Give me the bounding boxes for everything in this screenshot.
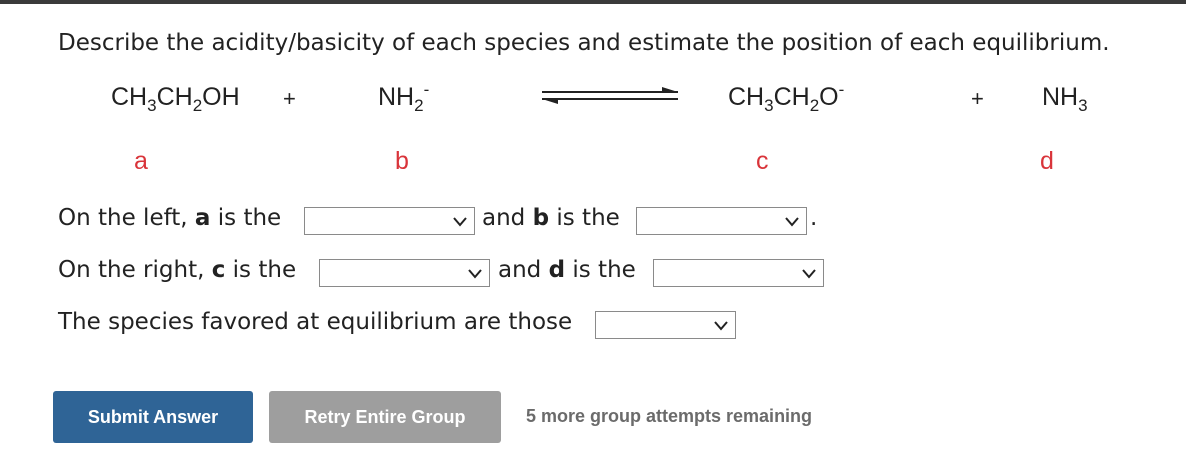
species-b-dropdown[interactable] bbox=[636, 207, 807, 235]
favored-prompt: The species favored at equilibrium are t… bbox=[58, 309, 573, 335]
chevron-down-icon bbox=[468, 269, 482, 279]
label-c: c bbox=[756, 147, 769, 175]
species-a-formula: CH3CH2OH bbox=[111, 83, 240, 115]
chevron-down-icon bbox=[802, 269, 816, 279]
species-d-formula: NH3 bbox=[1042, 83, 1088, 115]
period: . bbox=[810, 205, 818, 231]
left-side-prompt-b: and b is the bbox=[482, 205, 620, 231]
chevron-down-icon bbox=[714, 321, 728, 331]
species-b-formula: NH2- bbox=[378, 80, 430, 115]
retry-entire-group-button[interactable]: Retry Entire Group bbox=[269, 391, 501, 443]
right-side-prompt-d: and d is the bbox=[498, 257, 636, 283]
species-a-dropdown[interactable] bbox=[304, 207, 475, 235]
submit-answer-button[interactable]: Submit Answer bbox=[53, 391, 253, 443]
attempts-remaining-text: 5 more group attempts remaining bbox=[526, 406, 813, 426]
left-side-prompt: On the left, a is the bbox=[58, 205, 282, 231]
question-prompt: Describe the acidity/basicity of each sp… bbox=[58, 30, 1110, 56]
top-border bbox=[0, 0, 1186, 4]
plus-sign-right: + bbox=[971, 86, 984, 111]
label-a: a bbox=[134, 147, 148, 175]
right-side-prompt: On the right, c is the bbox=[58, 257, 297, 283]
chevron-down-icon bbox=[453, 217, 467, 227]
label-b: b bbox=[395, 147, 409, 175]
chevron-down-icon bbox=[785, 217, 799, 227]
label-d: d bbox=[1040, 147, 1054, 175]
species-c-dropdown[interactable] bbox=[319, 259, 490, 287]
species-c-formula: CH3CH2O- bbox=[728, 80, 845, 115]
equilibrium-arrows-icon bbox=[542, 87, 678, 104]
plus-sign-left: + bbox=[283, 86, 296, 111]
favored-species-dropdown[interactable] bbox=[595, 311, 736, 339]
species-d-dropdown[interactable] bbox=[653, 259, 824, 287]
